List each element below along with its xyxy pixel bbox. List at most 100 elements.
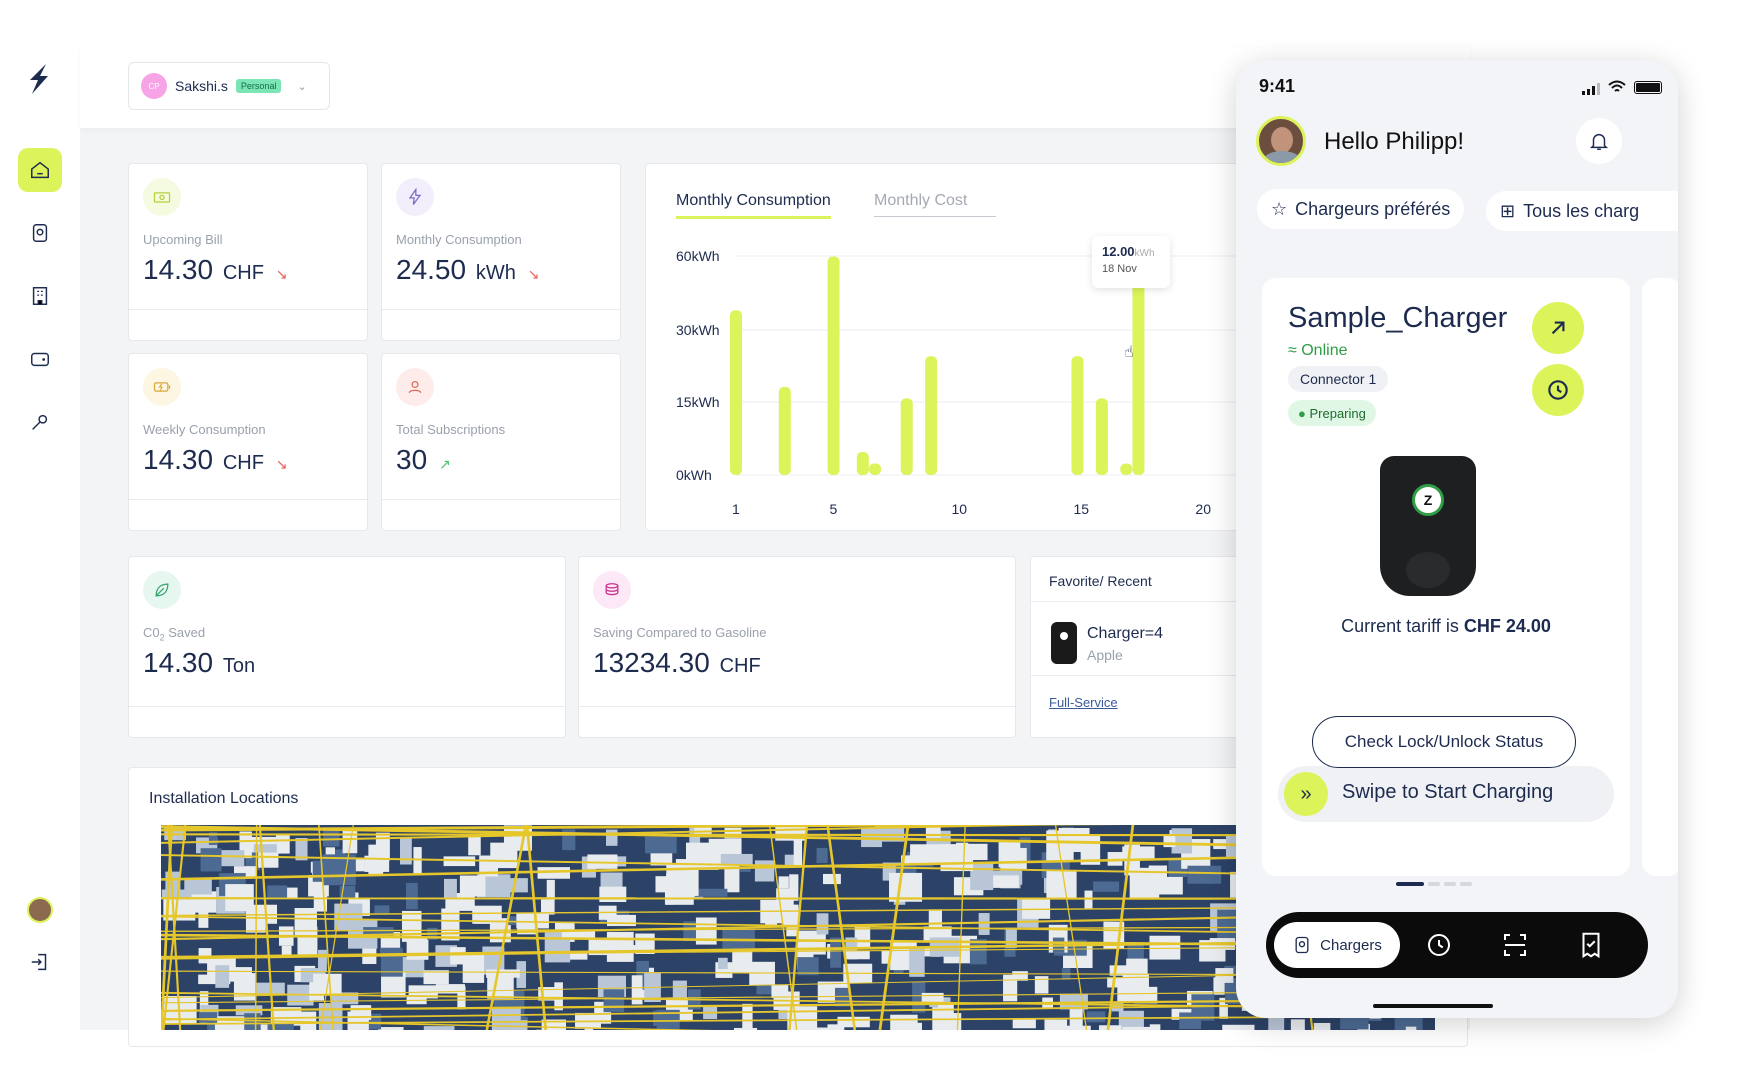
scan-icon[interactable] <box>1500 930 1530 960</box>
user-avatar[interactable] <box>27 897 53 923</box>
map-building <box>1340 1017 1369 1030</box>
account-switcher[interactable]: CP Sakshi.s Personal ⌄ <box>128 62 330 110</box>
monthly-consumption-card[interactable]: Monthly Consumption 24.50 kWh ↘ <box>381 163 621 341</box>
map-building <box>200 848 222 872</box>
stat-value: 24.50 kWh ↘ <box>396 254 540 285</box>
saving-gasoline-card[interactable]: Saving Compared to Gasoline 13234.30 CHF <box>578 556 1016 738</box>
connector-chip[interactable]: Connector 1 <box>1288 366 1389 392</box>
stat-value: 14.30 Ton <box>143 647 256 678</box>
map-building <box>1086 1011 1106 1023</box>
map-building <box>443 878 457 899</box>
weekly-consumption-card[interactable]: Weekly Consumption 14.30 CHF ↘ <box>128 353 368 531</box>
nav-wallet[interactable] <box>18 337 62 381</box>
map-building <box>600 872 623 888</box>
nav-tools[interactable] <box>18 400 62 444</box>
chart-bar <box>1095 398 1108 475</box>
stat-value: 13234.30 CHF <box>593 647 761 678</box>
map-building <box>267 885 288 898</box>
chart-bar <box>900 398 913 475</box>
charger-name: Sample_Charger <box>1288 302 1508 334</box>
map-building <box>789 874 799 901</box>
map-building <box>910 844 941 864</box>
total-subscriptions-card[interactable]: Total Subscriptions 30 ↗ <box>381 353 621 531</box>
open-charger-button[interactable] <box>1532 302 1584 354</box>
status-time: 9:41 <box>1259 76 1296 96</box>
stat-label: Weekly Consumption <box>143 422 266 437</box>
map-building <box>374 905 390 914</box>
current-tariff: Current tariff is CHF 24.00 <box>1341 616 1551 636</box>
map-building <box>993 875 1019 888</box>
chart-bar <box>869 463 882 475</box>
y-tick-label: 15kWh <box>676 394 720 410</box>
map-building <box>664 879 674 905</box>
swipe-to-charge[interactable]: » Swipe to Start Charging <box>1278 766 1614 822</box>
x-tick-label: 1 <box>732 501 740 517</box>
stat-value: 30 ↗ <box>396 444 451 475</box>
bill-icon <box>143 178 181 216</box>
chip-label: Tous les charg <box>1523 200 1640 221</box>
favorites-title: Favorite/ Recent <box>1049 573 1152 589</box>
nav-buildings[interactable] <box>18 274 62 318</box>
chart-bar <box>827 256 840 475</box>
account-avatar: CP <box>141 73 167 99</box>
map-building <box>1002 847 1027 871</box>
map-building <box>603 989 625 1013</box>
notifications-button[interactable] <box>1576 118 1622 164</box>
nav-chargers[interactable] <box>18 211 62 255</box>
co2-saved-card[interactable]: C02 Saved 14.30 Ton <box>128 556 566 738</box>
map-building <box>1012 1018 1036 1029</box>
y-tick-label: 30kWh <box>676 322 720 338</box>
map-building <box>368 844 384 876</box>
map-building <box>1122 1026 1155 1030</box>
brand-logo <box>26 62 52 96</box>
nav-chargers-tab[interactable]: Chargers <box>1274 922 1400 968</box>
upcoming-bill-card[interactable]: Upcoming Bill 14.30 CHF ↘ <box>128 163 368 341</box>
consumption-chart-card: Monthly Consumption Monthly Cost 60kWh 30… <box>645 163 1245 531</box>
map-building <box>754 860 775 882</box>
charger-icon <box>32 224 48 242</box>
favorite-item-name[interactable]: Charger=4 <box>1087 625 1163 643</box>
x-tick-label: 5 <box>830 501 838 517</box>
stat-value: 14.30 CHF ↘ <box>143 254 288 285</box>
full-service-link[interactable]: Full-Service <box>1049 695 1118 710</box>
battery-icon <box>143 368 181 406</box>
grid-icon: ⊞ <box>1500 200 1516 221</box>
map-building <box>400 838 412 865</box>
map-building <box>1179 1012 1202 1030</box>
state-badge: ● Preparing <box>1288 400 1376 426</box>
map-building <box>215 965 230 988</box>
profile-avatar[interactable] <box>1256 116 1306 166</box>
map-building <box>516 912 549 929</box>
history-button[interactable] <box>1532 364 1584 416</box>
tooltip-unit: kWh <box>1134 248 1155 259</box>
nav-home[interactable] <box>18 148 62 192</box>
tooltip-date: 18 Nov <box>1102 263 1137 275</box>
chart-bar <box>730 310 742 475</box>
map-building <box>220 850 245 867</box>
receipt-check-icon[interactable] <box>1576 930 1606 960</box>
wrench-icon <box>32 414 48 430</box>
clock-history-icon <box>1548 380 1568 400</box>
user-icon <box>396 368 434 406</box>
chart-bar <box>778 386 791 475</box>
logout-icon <box>31 953 47 971</box>
wifi-icon <box>1608 80 1626 99</box>
wallet-icon <box>31 352 49 367</box>
map-building <box>695 888 728 897</box>
charger-card[interactable]: Sample_Charger ≈ Online Connector 1 ● Pr… <box>1262 278 1630 876</box>
chart-tooltip: 12.00kWh 18 Nov <box>1092 236 1170 288</box>
check-lock-button[interactable]: Check Lock/Unlock Status <box>1312 716 1576 768</box>
swipe-handle[interactable]: » <box>1284 772 1328 816</box>
trend-down-icon: ↘ <box>527 266 540 282</box>
home-indicator <box>1373 1004 1493 1008</box>
map-building <box>717 957 728 970</box>
history-icon[interactable] <box>1424 930 1454 960</box>
map-building <box>468 835 481 856</box>
map-building <box>318 949 327 972</box>
stat-label: Total Subscriptions <box>396 422 506 437</box>
chip-all-chargers[interactable]: ⊞ Tous les charg <box>1486 191 1678 231</box>
map-building <box>1148 865 1168 886</box>
chip-favorite-chargers[interactable]: ☆ Chargeurs préférés <box>1257 189 1465 229</box>
mobile-app-preview: 9:41 Hello Philipp! ☆ Chargeurs préférés… <box>1236 60 1678 1018</box>
logout-button[interactable] <box>18 940 62 984</box>
